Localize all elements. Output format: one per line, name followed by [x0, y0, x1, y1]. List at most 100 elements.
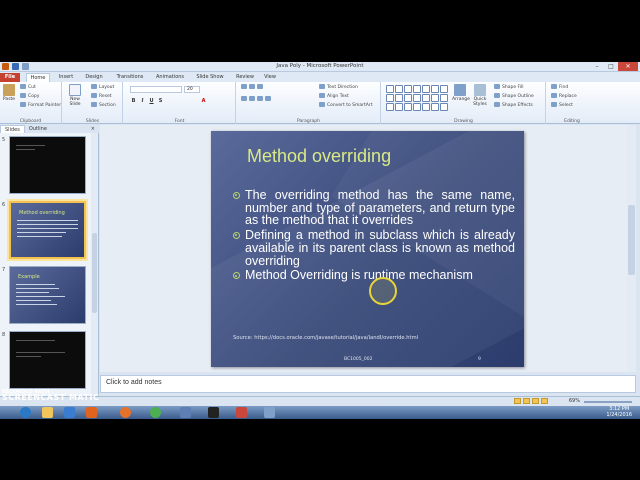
arrange-button[interactable]: Arrange: [452, 84, 470, 106]
app-icon[interactable]: [264, 407, 275, 418]
tab-design[interactable]: Design: [82, 73, 106, 82]
notes-placeholder: Click to add notes: [106, 379, 162, 386]
window-controls: – □ ✕: [590, 62, 638, 71]
tab-slide-show[interactable]: Slide Show: [193, 73, 227, 82]
find-button[interactable]: Find: [551, 84, 568, 92]
firefox-icon[interactable]: [120, 407, 131, 418]
close-button[interactable]: ✕: [618, 62, 638, 71]
tab-insert[interactable]: Insert: [55, 73, 77, 82]
slide-thumbnail[interactable]: Example: [9, 266, 86, 324]
font-size-dropdown[interactable]: 20: [184, 86, 200, 93]
bold-button[interactable]: B: [130, 98, 137, 104]
notes-pane[interactable]: Click to add notes: [100, 375, 636, 393]
thumbnail-title: Method overriding: [19, 210, 65, 216]
scrollbar-thumb[interactable]: [92, 233, 97, 313]
section-label: Section: [99, 103, 116, 108]
media-icon[interactable]: [64, 407, 75, 418]
align-buttons[interactable]: [241, 96, 273, 104]
explorer-icon[interactable]: [42, 407, 53, 418]
slide-thumbnail-selected[interactable]: Method overriding: [7, 199, 88, 261]
paragraph-group-label: Paragraph: [296, 119, 321, 124]
tab-transitions[interactable]: Transitions: [112, 73, 148, 82]
tab-file[interactable]: File: [0, 73, 20, 82]
app-icon[interactable]: [180, 407, 191, 418]
canvas-scrollbar[interactable]: [627, 125, 636, 372]
thumbnail-title: Example: [18, 274, 40, 280]
underline-button[interactable]: U: [148, 98, 155, 104]
tab-animations[interactable]: Animations: [153, 73, 187, 82]
slide-footer: BC1005_002: [344, 357, 373, 362]
shape-fill-button[interactable]: Shape Fill: [494, 84, 524, 92]
tab-view[interactable]: View: [261, 73, 279, 82]
app-icon[interactable]: [86, 407, 97, 418]
slide-thumbnail[interactable]: [9, 331, 86, 389]
smartart-button[interactable]: Convert to SmartArt: [319, 102, 372, 110]
slide-source: Source: https://docs.oracle.com/javase/t…: [233, 335, 419, 341]
panel-scrollbar[interactable]: [91, 133, 98, 396]
select-button[interactable]: Select: [551, 102, 573, 110]
shapes-gallery[interactable]: [386, 85, 448, 111]
close-panel-button[interactable]: ×: [87, 125, 99, 133]
slide-title[interactable]: Method overriding: [247, 146, 391, 167]
cursor-highlight: [369, 277, 397, 305]
slide-thumbnail[interactable]: [9, 136, 86, 194]
tab-outline[interactable]: Outline: [25, 125, 51, 133]
slideshow-icon[interactable]: [541, 398, 548, 404]
cut-button[interactable]: Cut: [20, 84, 36, 92]
paste-icon: [3, 84, 15, 96]
slide-number: 5: [2, 137, 6, 143]
format-painter-button[interactable]: Format Painter: [20, 102, 61, 110]
tab-review[interactable]: Review: [233, 73, 257, 82]
shape-effects-button[interactable]: Shape Effects: [494, 102, 533, 110]
bullets-button[interactable]: [241, 84, 265, 92]
slide-number-label: 9: [478, 357, 481, 362]
fill-icon: [494, 84, 500, 89]
clipboard-label: Clipboard: [19, 119, 42, 124]
clock[interactable]: 3:12 PM 1/24/2016: [606, 406, 632, 418]
thumbnail-text-line: [17, 228, 78, 229]
drawing-group-label: Drawing: [454, 119, 473, 124]
shape-outline-button[interactable]: Shape Outline: [494, 93, 534, 101]
thumbnail-text-line: [17, 236, 62, 237]
reset-icon: [91, 93, 97, 98]
maximize-button[interactable]: □: [604, 62, 618, 71]
text-direction-button[interactable]: Text Direction: [319, 84, 358, 92]
scrollbar-thumb[interactable]: [628, 205, 635, 275]
reading-view-icon[interactable]: [532, 398, 539, 404]
font-color-button[interactable]: A: [200, 98, 207, 104]
slide-body[interactable]: The overriding method has the same name,…: [233, 189, 515, 284]
font-name-dropdown[interactable]: [130, 86, 182, 93]
cmd-icon[interactable]: [208, 407, 219, 418]
bullet-icon: [233, 272, 240, 280]
align-text-button[interactable]: Align Text: [319, 93, 349, 101]
thumbnail-text-line: [16, 300, 51, 301]
zoom-level[interactable]: 69%: [569, 398, 580, 404]
slide-canvas: Method overriding The overriding method …: [100, 125, 627, 372]
slide-sorter-icon[interactable]: [523, 398, 530, 404]
shadow-button[interactable]: S: [157, 98, 164, 104]
new-slide-icon: [69, 84, 81, 96]
paste-button[interactable]: Paste: [1, 84, 17, 106]
copy-icon: [20, 93, 26, 98]
slide[interactable]: Method overriding The overriding method …: [211, 131, 524, 367]
justify-icon: [265, 96, 271, 101]
italic-button[interactable]: I: [139, 98, 146, 104]
slide-number: 8: [2, 332, 6, 338]
new-slide-button[interactable]: New Slide: [67, 84, 83, 107]
reset-button[interactable]: Reset: [91, 93, 112, 101]
layout-button[interactable]: Layout: [91, 84, 114, 92]
quick-styles-button[interactable]: Quick Styles: [472, 84, 488, 107]
chrome-icon[interactable]: [150, 407, 161, 418]
tab-home[interactable]: Home: [26, 73, 50, 82]
normal-view-icon[interactable]: [514, 398, 521, 404]
ie-icon[interactable]: [20, 407, 31, 418]
powerpoint-taskbar-icon[interactable]: [236, 407, 247, 418]
section-button[interactable]: Section: [91, 102, 116, 110]
powerpoint-window: Java Poly - Microsoft PowerPoint – □ ✕ F…: [0, 62, 640, 419]
replace-button[interactable]: Replace: [551, 93, 577, 101]
zoom-slider[interactable]: [584, 401, 632, 403]
minimize-button[interactable]: –: [590, 62, 604, 71]
tab-slides[interactable]: Slides: [0, 125, 25, 133]
copy-button[interactable]: Copy: [20, 93, 39, 101]
select-label: Select: [559, 103, 573, 108]
